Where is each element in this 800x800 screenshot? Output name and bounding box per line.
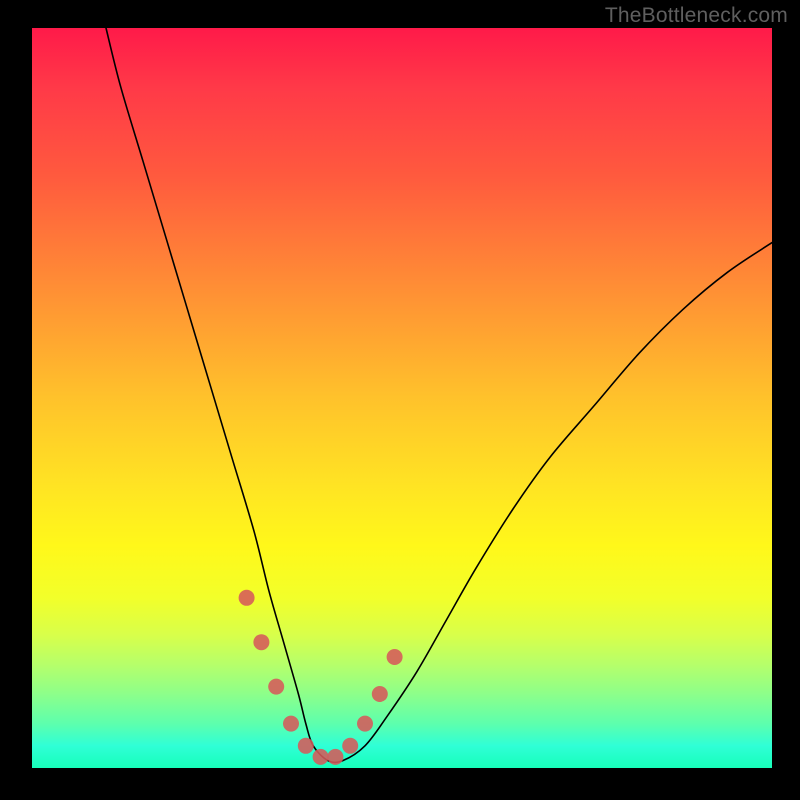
curve-dot	[313, 749, 329, 765]
curve-dot	[327, 749, 343, 765]
curve-dot	[342, 738, 358, 754]
chart-frame: TheBottleneck.com	[0, 0, 800, 800]
curve-dot	[298, 738, 314, 754]
curve-dot	[357, 716, 373, 732]
curve-dot	[253, 634, 269, 650]
curve-dot	[372, 686, 388, 702]
curve-dot	[387, 649, 403, 665]
curve-dots	[239, 590, 403, 765]
watermark-text: TheBottleneck.com	[605, 4, 788, 28]
curve-dot	[268, 679, 284, 695]
curve-svg	[32, 28, 772, 768]
curve-dot	[283, 716, 299, 732]
bottleneck-curve	[106, 28, 772, 762]
curve-dot	[239, 590, 255, 606]
plot-area	[32, 28, 772, 768]
